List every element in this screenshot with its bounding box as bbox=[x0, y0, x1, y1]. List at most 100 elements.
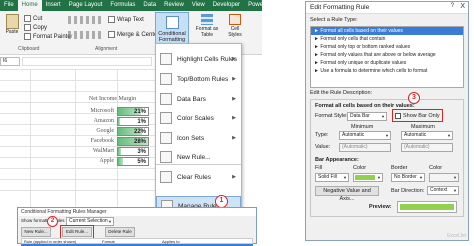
formula-bar[interactable] bbox=[22, 57, 152, 66]
delete-rule-button[interactable]: Delete Rule bbox=[105, 227, 135, 237]
rule-type-item[interactable]: ► Format only top or bottom ranked value… bbox=[311, 43, 463, 51]
menu-item-top-bottom-rules[interactable]: Top/Bottom Rules ▶ bbox=[156, 69, 241, 89]
data-bar-cell[interactable]: 22% bbox=[117, 126, 149, 136]
tab-power-pivot[interactable]: Power Pivot bbox=[244, 0, 284, 11]
chevron-down-icon: ▼ bbox=[385, 133, 389, 138]
rule-type-item[interactable]: ► Format only cells that contain bbox=[311, 35, 463, 43]
menu-item-color-scales[interactable]: Color Scales ▶ bbox=[156, 108, 241, 128]
merge-label: Merge & Center bbox=[117, 31, 160, 38]
fill-value: Solid Fill bbox=[318, 174, 337, 180]
menu-item-icon bbox=[160, 151, 172, 163]
border-value: No Border bbox=[394, 174, 417, 180]
edit-description-label: Edit the Rule Description: bbox=[310, 90, 373, 96]
data-bar-cell[interactable]: 1% bbox=[117, 116, 149, 126]
clipboard-group-label: Clipboard bbox=[18, 46, 40, 52]
cell-styles-button[interactable]: Cell Styles bbox=[224, 14, 246, 44]
close-button[interactable]: X bbox=[460, 3, 465, 10]
brush-icon bbox=[24, 33, 31, 40]
rule-type-item[interactable]: ► Use a formula to determine which cells… bbox=[311, 67, 463, 75]
min-type-select[interactable]: Automatic ▼ bbox=[339, 131, 391, 140]
alignment-group-label: Alignment bbox=[95, 46, 118, 52]
menu-item-highlight-cells-rules[interactable]: Highlight Cells Rules ▶ bbox=[156, 49, 241, 69]
table-icon bbox=[201, 14, 213, 25]
table-row: Amazon 1% bbox=[75, 116, 150, 126]
tab-formulas[interactable]: Formulas bbox=[106, 0, 139, 11]
rule-description-box: Format all cells based on their values: … bbox=[310, 92, 464, 217]
rule-type-text: Format only unique or duplicate values bbox=[320, 60, 407, 66]
data-bar-cell[interactable]: 28% bbox=[117, 136, 149, 146]
tab-developer[interactable]: Developer bbox=[209, 0, 244, 11]
paste-icon bbox=[5, 14, 19, 29]
fill-select[interactable]: Solid Fill ▼ bbox=[315, 173, 349, 182]
copy-icon bbox=[24, 24, 31, 31]
data-bar-cell[interactable]: 5% bbox=[117, 156, 149, 166]
format-as-table-button[interactable]: Format as Table bbox=[192, 14, 222, 44]
value-label: Value: bbox=[315, 144, 331, 150]
copy-button[interactable]: Copy bbox=[24, 24, 47, 31]
menu-item-icon bbox=[160, 93, 172, 105]
menu-item-icon-sets[interactable]: Icon Sets ▶ bbox=[156, 128, 241, 148]
format-as-table-label: Format as Table bbox=[195, 26, 219, 38]
merge-center-button[interactable]: Merge & Center bbox=[108, 31, 159, 38]
watermark: ExcelJet bbox=[447, 233, 466, 239]
min-value-input[interactable]: (Automatic) bbox=[339, 143, 391, 152]
minimum-label: Minimum bbox=[351, 124, 374, 130]
name-box[interactable]: I6 bbox=[0, 57, 20, 66]
format-style-value: Data Bar bbox=[350, 113, 370, 119]
data-bar-fill bbox=[118, 147, 122, 155]
bar-direction-select[interactable]: Context ▼ bbox=[427, 186, 459, 195]
tab-review[interactable]: Review bbox=[160, 0, 188, 11]
wrap-text-button[interactable]: Wrap Text bbox=[108, 16, 144, 23]
tab-data[interactable]: Data bbox=[139, 0, 160, 11]
format-painter-button[interactable]: Format Painter bbox=[24, 33, 73, 40]
wrap-text-label: Wrap Text bbox=[117, 16, 144, 23]
dialog-title: Edit Formatting Rule bbox=[306, 2, 468, 14]
menu-item-label: Icon Sets bbox=[177, 134, 205, 142]
tab-home[interactable]: Home bbox=[17, 0, 42, 11]
cut-button[interactable]: Cut bbox=[24, 15, 42, 22]
tab-page-layout[interactable]: Page Layout bbox=[65, 0, 107, 11]
tab-view[interactable]: View bbox=[188, 0, 209, 11]
help-button[interactable]: ? bbox=[451, 3, 454, 9]
type-label: Type: bbox=[315, 132, 329, 138]
tab-insert[interactable]: Insert bbox=[42, 0, 65, 11]
new-rule-button[interactable]: New Rule... bbox=[21, 227, 51, 237]
chevron-right-icon: ▶ bbox=[232, 135, 236, 141]
cut-label: Cut bbox=[33, 15, 43, 22]
company-name: Microsoft bbox=[90, 108, 114, 114]
max-value-input[interactable]: (Automatic) bbox=[401, 143, 453, 152]
format-style-select[interactable]: Data Bar ▼ bbox=[347, 112, 387, 121]
chevron-down-icon: ▼ bbox=[453, 175, 457, 180]
min-value: (Automatic) bbox=[342, 144, 368, 150]
rule-type-item[interactable]: ► Format only values that are above or b… bbox=[311, 51, 463, 59]
menu-item-data-bars[interactable]: Data Bars ▶ bbox=[156, 89, 241, 109]
preview-box bbox=[397, 201, 457, 213]
cell-styles-label: Cell Styles bbox=[228, 26, 242, 38]
menu-item-label: Highlight Cells Rules bbox=[177, 55, 237, 63]
menu-item-label: Top/Bottom Rules bbox=[177, 75, 229, 83]
bar-direction-label: Bar Direction: bbox=[391, 188, 425, 194]
rule-type-item[interactable]: ► Format only unique or duplicate values bbox=[311, 59, 463, 67]
align-buttons[interactable] bbox=[68, 16, 104, 24]
max-value: (Automatic) bbox=[404, 144, 430, 150]
scissors-icon bbox=[24, 15, 31, 22]
chevron-down-icon: ▼ bbox=[453, 188, 457, 193]
fill-label: Fill bbox=[315, 165, 323, 171]
paste-button[interactable]: Paste bbox=[3, 14, 21, 38]
indent-buttons[interactable] bbox=[68, 31, 104, 39]
chevron-right-icon: ▶ bbox=[232, 115, 236, 121]
max-type-select[interactable]: Automatic ▼ bbox=[401, 131, 453, 140]
fill-color-swatch bbox=[355, 175, 375, 180]
fill-color-picker[interactable]: ▼ bbox=[353, 173, 383, 182]
data-bar-cell[interactable]: 21% bbox=[117, 106, 149, 116]
border-select[interactable]: No Border ▼ bbox=[391, 173, 425, 182]
border-color-picker[interactable]: ▼ bbox=[429, 173, 459, 182]
rule-type-item[interactable]: ► Format all cells based on their values bbox=[311, 27, 463, 35]
negative-value-axis-button[interactable]: Negative Value and Axis... bbox=[315, 186, 379, 202]
menu-item-label: Data Bars bbox=[177, 95, 206, 103]
data-bar-cell[interactable]: 3% bbox=[117, 146, 149, 156]
table-row: Facebook 28% bbox=[75, 136, 150, 146]
step-2-marker: 2 bbox=[47, 216, 58, 227]
tab-file[interactable]: File bbox=[0, 0, 18, 11]
menu-item-clear-rules[interactable]: Clear Rules ▶ bbox=[156, 167, 241, 187]
